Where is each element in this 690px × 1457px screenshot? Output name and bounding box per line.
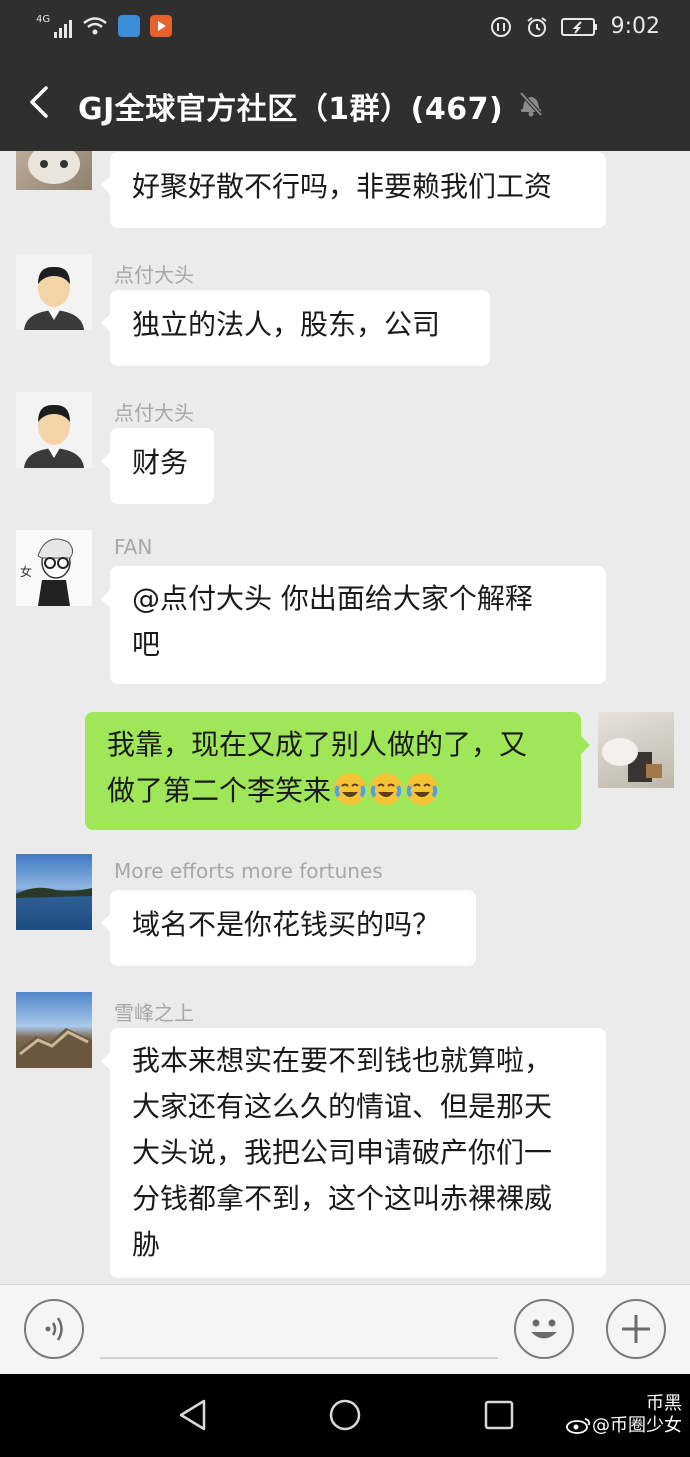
user-avatar[interactable] — [16, 254, 92, 330]
video-app-icon — [150, 15, 173, 37]
cat-avatar[interactable] — [16, 151, 92, 190]
sender-name: More efforts more fortunes — [114, 859, 383, 883]
great-wall-avatar[interactable] — [16, 992, 92, 1068]
signal-icon: 4G — [36, 14, 73, 38]
message-bubble[interactable]: 我本来想实在要不到钱也就算啦， 大家还有这么久的情谊、但是那天 大头说，我把公司… — [101, 1028, 606, 1278]
face-with-tears-of-joy-icon — [370, 773, 403, 805]
lake-avatar[interactable] — [16, 854, 92, 930]
message-bubble[interactable]: 域名不是你花钱买的吗？ — [101, 890, 476, 966]
input-bar — [0, 1284, 690, 1375]
nav-recents-icon[interactable] — [482, 1398, 516, 1432]
status-bar: 4G 9:02 — [0, 0, 690, 56]
emoji-button[interactable] — [514, 1299, 574, 1359]
user-avatar[interactable]: 女 — [16, 530, 92, 606]
alarm-icon — [526, 16, 547, 37]
message-bubble[interactable]: 我靠，现在又成了别人做的了，又 做了第二个李笑来 — [85, 712, 590, 830]
message-list[interactable]: 好聚好散不行吗，非要赖我们工资 点付大头 独立的法人，股东，公司 点付大头 财务… — [0, 151, 690, 1284]
nav-back-icon[interactable] — [176, 1398, 210, 1432]
chat-title: GJ全球官方社区（1群）(467) — [78, 92, 504, 127]
message-input[interactable] — [100, 1357, 498, 1359]
mute-bell-icon — [519, 91, 543, 117]
watermark: 币黑 @币圈少女 — [566, 1393, 682, 1437]
self-avatar[interactable] — [598, 712, 674, 788]
message-bubble[interactable]: 独立的法人，股东，公司 — [101, 290, 490, 366]
message-bubble[interactable]: 好聚好散不行吗，非要赖我们工资 — [101, 152, 606, 228]
wifi-icon — [83, 17, 107, 35]
clock: 9:02 — [610, 14, 660, 39]
message-bubble[interactable]: @点付大头 你出面给大家个解释 吧 — [101, 566, 606, 684]
chat-header: GJ全球官方社区（1群）(467) — [0, 56, 690, 151]
face-with-tears-of-joy-icon — [334, 773, 367, 805]
back-arrow-icon[interactable] — [22, 82, 62, 122]
shield-app-icon — [118, 15, 141, 37]
user-avatar[interactable] — [16, 392, 92, 468]
sender-name: 点付大头 — [114, 401, 194, 425]
battery-icon — [560, 17, 597, 36]
nav-home-icon[interactable] — [328, 1398, 362, 1432]
plus-icon — [622, 1315, 650, 1343]
face-with-tears-of-joy-icon — [406, 773, 439, 805]
sender-name: FAN — [114, 535, 153, 559]
voice-button[interactable] — [24, 1299, 84, 1359]
smiley-icon — [531, 1319, 557, 1339]
weibo-logo-icon — [566, 1418, 591, 1434]
sender-name: 点付大头 — [114, 263, 194, 287]
data-saver-icon — [490, 16, 511, 37]
message-bubble[interactable]: 财务 — [101, 428, 214, 504]
sender-name: 雪峰之上 — [114, 1001, 194, 1025]
svg-text:女: 女 — [20, 564, 32, 579]
more-button[interactable] — [606, 1299, 666, 1359]
voice-wave-icon — [45, 1317, 63, 1341]
